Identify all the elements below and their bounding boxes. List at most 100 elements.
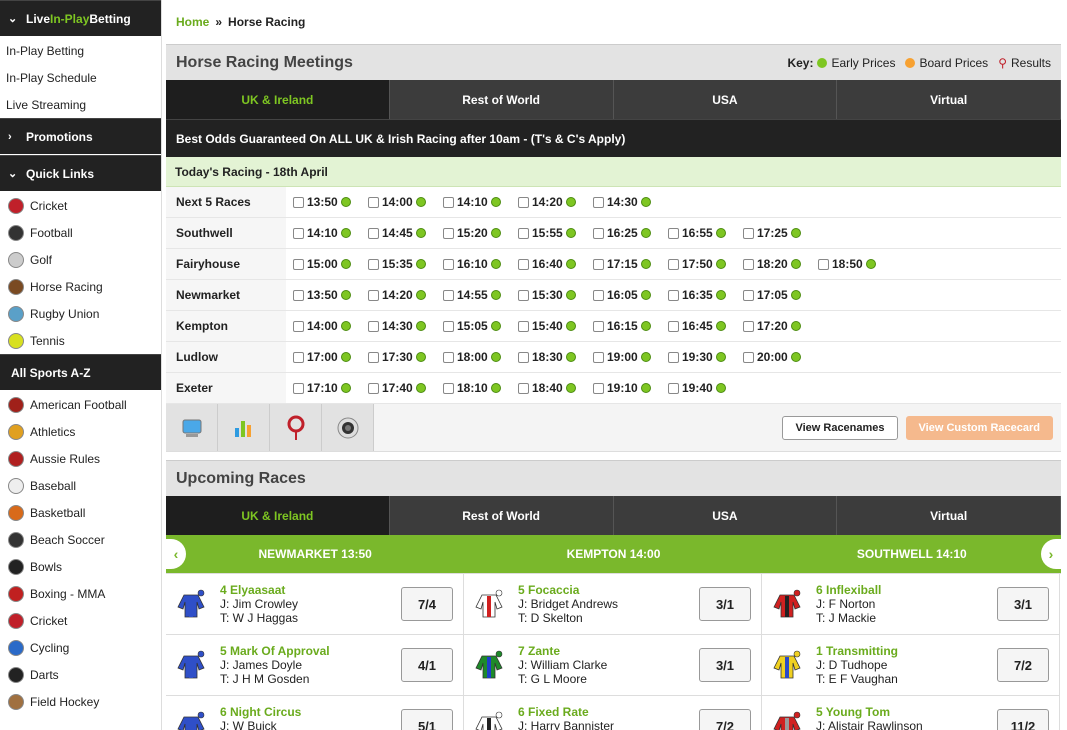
- race-time[interactable]: 15:55: [532, 226, 563, 240]
- race-checkbox[interactable]: [668, 351, 679, 363]
- race-checkbox[interactable]: [593, 289, 604, 301]
- race-checkbox[interactable]: [743, 258, 754, 270]
- race-checkbox[interactable]: [518, 227, 529, 239]
- live-inplay-header[interactable]: ⌄ Live In-Play Betting: [0, 0, 161, 36]
- runner-name[interactable]: 5 Young Tom: [816, 705, 923, 719]
- runner-name[interactable]: 6 Night Circus: [220, 705, 301, 719]
- race-checkbox[interactable]: [668, 258, 679, 270]
- race-checkbox[interactable]: [443, 289, 454, 301]
- carousel-next-icon[interactable]: ›: [1041, 539, 1061, 569]
- sidebar-item-in-play-betting[interactable]: In-Play Betting: [0, 37, 161, 64]
- race-time[interactable]: 17:30: [382, 350, 413, 364]
- race-time-slot[interactable]: 15:30: [518, 288, 593, 302]
- monitor-icon[interactable]: [166, 404, 218, 451]
- race-time-slot[interactable]: 19:00: [593, 350, 668, 364]
- sidebar-item-cricket[interactable]: Cricket: [0, 192, 161, 219]
- race-header[interactable]: KEMPTON 14:00: [464, 547, 762, 561]
- runner-name[interactable]: 4 Elyaasaat: [220, 583, 298, 597]
- race-checkbox[interactable]: [443, 351, 454, 363]
- sidebar-item-basketball[interactable]: Basketball: [0, 499, 161, 526]
- race-time[interactable]: 17:00: [307, 350, 338, 364]
- race-time[interactable]: 14:10: [457, 195, 488, 209]
- sidebar-item-field-hockey[interactable]: Field Hockey: [0, 688, 161, 715]
- meeting-name[interactable]: Next 5 Races: [166, 187, 286, 217]
- race-checkbox[interactable]: [518, 382, 529, 394]
- runner-row[interactable]: 5 Focaccia J: Bridget Andrews T: D Skelton…: [464, 574, 761, 635]
- race-checkbox[interactable]: [743, 351, 754, 363]
- runner-row[interactable]: 5 Mark Of Approval J: James Doyle T: J H M…: [166, 635, 463, 696]
- race-time-slot[interactable]: 18:10: [443, 381, 518, 395]
- race-time-slot[interactable]: 16:05: [593, 288, 668, 302]
- tab-virtual[interactable]: Virtual: [837, 80, 1061, 119]
- sidebar-item-rugby-union[interactable]: Rugby Union: [0, 300, 161, 327]
- race-time[interactable]: 16:45: [682, 319, 713, 333]
- race-time[interactable]: 13:50: [307, 195, 338, 209]
- race-time-slot[interactable]: 16:40: [518, 257, 593, 271]
- race-time-slot[interactable]: 18:50: [818, 257, 893, 271]
- race-time-slot[interactable]: 15:20: [443, 226, 518, 240]
- race-time-slot[interactable]: 16:10: [443, 257, 518, 271]
- race-header[interactable]: NEWMARKET 13:50: [166, 547, 464, 561]
- race-time[interactable]: 17:10: [307, 381, 338, 395]
- race-time-slot[interactable]: 14:30: [593, 195, 668, 209]
- sidebar-item-darts[interactable]: Darts: [0, 661, 161, 688]
- race-checkbox[interactable]: [593, 320, 604, 332]
- race-time-slot[interactable]: 18:40: [518, 381, 593, 395]
- race-time[interactable]: 19:10: [607, 381, 638, 395]
- odds-button[interactable]: 7/2: [997, 648, 1049, 682]
- race-time-slot[interactable]: 17:20: [743, 319, 818, 333]
- race-checkbox[interactable]: [668, 227, 679, 239]
- race-time[interactable]: 14:00: [382, 195, 413, 209]
- race-time-slot[interactable]: 15:55: [518, 226, 593, 240]
- race-time[interactable]: 20:00: [757, 350, 788, 364]
- race-time-slot[interactable]: 15:40: [518, 319, 593, 333]
- quick-links-header[interactable]: ⌄ Quick Links: [0, 155, 161, 191]
- race-time-slot[interactable]: 15:05: [443, 319, 518, 333]
- race-time[interactable]: 17:40: [382, 381, 413, 395]
- carousel-prev-icon[interactable]: ‹: [166, 539, 186, 569]
- sidebar-item-golf[interactable]: Golf: [0, 246, 161, 273]
- race-checkbox[interactable]: [368, 227, 379, 239]
- race-time-slot[interactable]: 16:15: [593, 319, 668, 333]
- race-time[interactable]: 14:20: [532, 195, 563, 209]
- race-time-slot[interactable]: 19:40: [668, 381, 743, 395]
- race-time[interactable]: 19:00: [607, 350, 638, 364]
- race-checkbox[interactable]: [593, 258, 604, 270]
- tab-rest-of-world[interactable]: Rest of World: [389, 80, 614, 119]
- race-time-slot[interactable]: 14:30: [368, 319, 443, 333]
- race-time-slot[interactable]: 14:20: [518, 195, 593, 209]
- race-checkbox[interactable]: [668, 382, 679, 394]
- race-time[interactable]: 15:40: [532, 319, 563, 333]
- race-checkbox[interactable]: [593, 351, 604, 363]
- race-time[interactable]: 18:30: [532, 350, 563, 364]
- race-checkbox[interactable]: [818, 258, 829, 270]
- promotions-header[interactable]: › Promotions: [0, 118, 161, 154]
- runner-row[interactable]: 4 Elyaasaat J: Jim Crowley T: W J Haggas 7/…: [166, 574, 463, 635]
- race-time-slot[interactable]: 17:00: [293, 350, 368, 364]
- race-time-slot[interactable]: 18:30: [518, 350, 593, 364]
- race-time-slot[interactable]: 17:05: [743, 288, 818, 302]
- race-time-slot[interactable]: 18:20: [743, 257, 818, 271]
- race-checkbox[interactable]: [293, 382, 304, 394]
- race-time[interactable]: 16:10: [457, 257, 488, 271]
- race-time-slot[interactable]: 14:00: [293, 319, 368, 333]
- sidebar-item-athletics[interactable]: Athletics: [0, 418, 161, 445]
- sidebar-item-tennis[interactable]: Tennis: [0, 327, 161, 354]
- tab-usa[interactable]: USA: [613, 496, 838, 535]
- race-checkbox[interactable]: [668, 320, 679, 332]
- race-checkbox[interactable]: [518, 196, 529, 208]
- runner-row[interactable]: 7 Zante J: William Clarke T: G L Moore 3/1: [464, 635, 761, 696]
- race-checkbox[interactable]: [293, 196, 304, 208]
- sidebar-item-live-streaming[interactable]: Live Streaming: [0, 91, 161, 118]
- race-checkbox[interactable]: [368, 382, 379, 394]
- breadcrumb-home[interactable]: Home: [176, 15, 209, 29]
- race-checkbox[interactable]: [593, 382, 604, 394]
- odds-button[interactable]: 7/4: [401, 587, 453, 621]
- race-time[interactable]: 14:10: [307, 226, 338, 240]
- odds-button[interactable]: 3/1: [699, 648, 751, 682]
- tab-usa[interactable]: USA: [613, 80, 838, 119]
- race-time-slot[interactable]: 19:10: [593, 381, 668, 395]
- race-time[interactable]: 17:50: [682, 257, 713, 271]
- race-time[interactable]: 19:30: [682, 350, 713, 364]
- race-time-slot[interactable]: 14:45: [368, 226, 443, 240]
